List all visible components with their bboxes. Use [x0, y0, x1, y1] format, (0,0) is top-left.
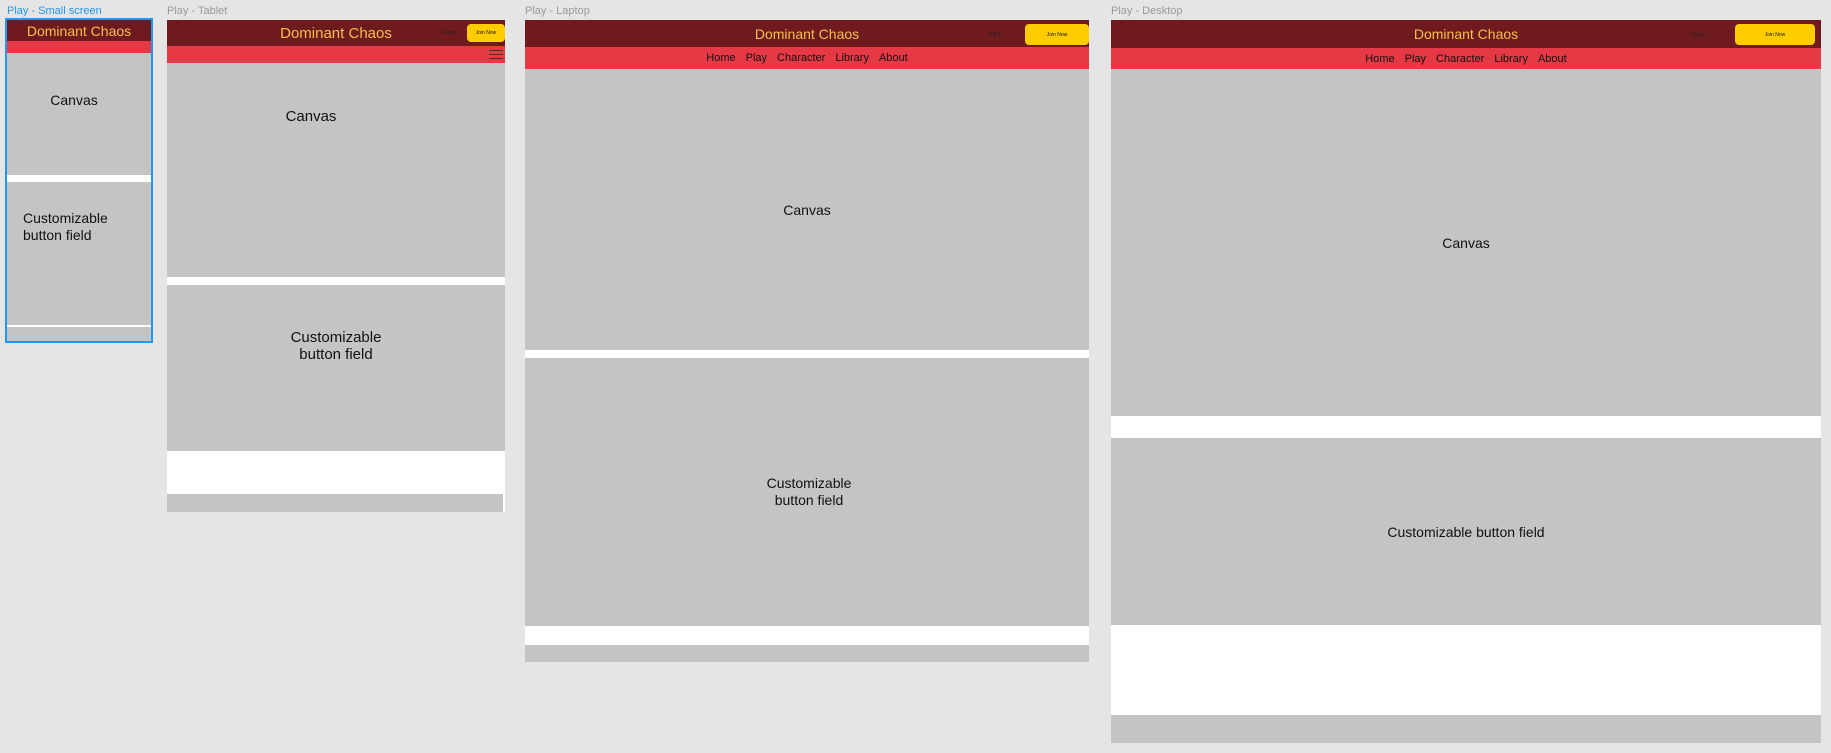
button-field-area[interactable]: Customizable button field [7, 182, 151, 325]
canvas-label: Canvas [783, 201, 831, 218]
nav-play[interactable]: Play [1405, 53, 1426, 65]
site-title[interactable]: Dominant Chaos [755, 26, 859, 42]
site-header: Dominant Chaos [1111, 20, 1821, 48]
nav-bar [167, 46, 505, 63]
join-now-button[interactable]: Join Now [1735, 24, 1815, 45]
canvas-label: Canvas [50, 92, 98, 108]
button-field-label: Customizable button field [290, 329, 382, 363]
site-title[interactable]: Dominant Chaos [1414, 26, 1518, 42]
canvas-label: Canvas [1442, 234, 1490, 251]
frame-label-small[interactable]: Play - Small screen [7, 5, 102, 17]
site-title[interactable]: Dominant Chaos [280, 25, 392, 42]
nav-about[interactable]: About [879, 52, 908, 64]
canvas-label: Canvas [285, 107, 337, 125]
nav-home[interactable]: Home [1365, 53, 1394, 65]
nav-bar: Home Play Character Library About [1111, 48, 1821, 69]
hamburger-menu-icon[interactable] [489, 47, 503, 62]
login-link[interactable]: Log in [442, 30, 456, 36]
frame-tablet[interactable]: Dominant Chaos Log in Join Now Canvas Cu… [167, 20, 505, 512]
button-field-area[interactable]: Customizable button field [167, 285, 505, 451]
nav-library[interactable]: Library [1494, 53, 1528, 65]
canvas-area[interactable]: Canvas [525, 69, 1089, 350]
site-header: Dominant Chaos [7, 20, 151, 41]
canvas-area[interactable]: Canvas [7, 53, 151, 175]
canvas-area[interactable]: Canvas [1111, 69, 1821, 416]
button-field-area[interactable]: Customizable button field [1111, 438, 1821, 625]
nav-about[interactable]: About [1538, 53, 1567, 65]
footer-bar [7, 327, 151, 341]
site-header: Dominant Chaos [525, 20, 1089, 47]
footer-bar [1111, 715, 1821, 743]
button-field-label: Customizable button field [23, 210, 108, 243]
nav-library[interactable]: Library [835, 52, 869, 64]
canvas-area[interactable]: Canvas [167, 63, 505, 277]
nav-character[interactable]: Character [1436, 53, 1484, 65]
frame-laptop[interactable]: Dominant Chaos Log in Join Now Home Play… [525, 20, 1089, 662]
frame-small-screen[interactable]: Dominant Chaos Canvas Customizable butto… [5, 18, 153, 343]
frame-label-laptop[interactable]: Play - Laptop [525, 5, 590, 17]
nav-bar [7, 41, 151, 53]
nav-bar: Home Play Character Library About [525, 47, 1089, 69]
login-link[interactable]: Log in [1691, 32, 1705, 38]
button-field-area[interactable]: Customizable button field [525, 358, 1089, 626]
login-link[interactable]: Log in [988, 31, 1002, 37]
frame-desktop[interactable]: Dominant Chaos Log in Join Now Home Play… [1111, 20, 1821, 743]
join-now-button[interactable]: Join Now [467, 24, 505, 42]
site-title[interactable]: Dominant Chaos [27, 23, 131, 39]
footer-bar [525, 645, 1089, 662]
button-field-label: Customizable button field [766, 475, 852, 508]
footer-bar [167, 494, 503, 512]
frame-label-desktop[interactable]: Play - Desktop [1111, 5, 1183, 17]
frame-label-tablet[interactable]: Play - Tablet [167, 5, 227, 17]
nav-character[interactable]: Character [777, 52, 825, 64]
button-field-label: Customizable button field [1387, 523, 1545, 540]
nav-home[interactable]: Home [706, 52, 735, 64]
nav-play[interactable]: Play [746, 52, 767, 64]
join-now-button[interactable]: Join Now [1025, 24, 1089, 45]
